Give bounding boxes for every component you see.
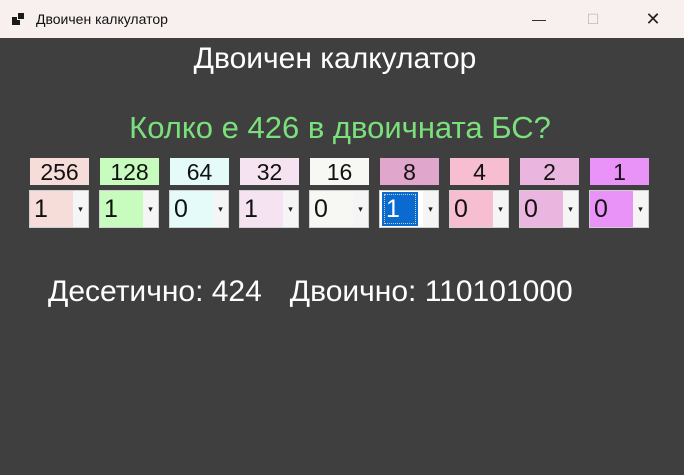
bit-value-dropdown[interactable]: 1 ▾ [99,190,159,228]
app-icon [12,12,26,26]
dropdown-arrow-icon[interactable]: ▾ [353,191,368,227]
bit-value-dropdown[interactable]: 0 ▾ [169,190,229,228]
bit-value-dropdown[interactable]: 0 ▾ [309,190,369,228]
bit-value: 1 [240,191,284,227]
bit-column: 128 1 ▾ [99,158,159,230]
bit-value-dropdown[interactable]: 1 ▾ [29,190,89,228]
bit-value: 0 [520,191,564,227]
bit-column: 4 0 ▾ [449,158,509,230]
bit-weight-label: 32 [240,158,299,185]
bit-value: 1 [100,191,144,227]
bit-column: 64 0 ▾ [169,158,229,230]
window-title: Двоичен калкулатор [36,11,168,27]
bit-column: 8 1 ▾ [379,158,439,230]
result-line: Десетично: 424 Двоично: 110101000 [48,275,573,309]
bit-weight-label: 64 [170,158,229,185]
minimize-button[interactable]: — [516,0,562,38]
question-text: Колко е 426 в двоичната БС? [129,110,551,145]
bit-weight-label: 8 [380,158,439,185]
bit-value-dropdown[interactable]: 0 ▾ [519,190,579,228]
binary-result: Двоично: 110101000 [289,275,573,308]
bit-value-dropdown[interactable]: 1 ▾ [239,190,299,228]
dropdown-arrow-icon[interactable]: ▾ [143,191,158,227]
bit-value: 1 [30,191,74,227]
bit-column: 2 0 ▾ [519,158,579,230]
bit-column: 1 0 ▾ [589,158,649,230]
bit-weight-label: 256 [30,158,89,185]
bit-column: 32 1 ▾ [239,158,299,230]
page-heading: Двоичен калкулатор [193,42,477,75]
decimal-result: Десетично: 424 [48,275,262,308]
bit-value: 0 [590,191,634,227]
maximize-button[interactable]: ☐ [570,0,616,38]
bit-weight-label: 1 [590,158,649,185]
bit-weight-label: 4 [450,158,509,185]
title-bar: Двоичен калкулатор — ☐ ✕ [0,0,684,38]
bit-value-dropdown[interactable]: 0 ▾ [589,190,649,228]
bit-column: 256 1 ▾ [29,158,89,230]
bit-value-dropdown[interactable]: 0 ▾ [449,190,509,228]
bit-weight-label: 16 [310,158,369,185]
bit-weight-label: 2 [520,158,579,185]
bit-weight-label: 128 [100,158,159,185]
dropdown-arrow-icon[interactable]: ▾ [283,191,298,227]
dropdown-arrow-icon[interactable]: ▾ [213,191,228,227]
close-button[interactable]: ✕ [630,0,676,38]
dropdown-arrow-icon[interactable]: ▾ [493,191,508,227]
bit-value-dropdown[interactable]: 1 ▾ [379,190,439,228]
bit-column: 16 0 ▾ [309,158,369,230]
dropdown-arrow-icon[interactable]: ▾ [633,191,648,227]
bit-value: 0 [170,191,214,227]
bit-value: 0 [310,191,354,227]
dropdown-arrow-icon[interactable]: ▾ [563,191,578,227]
dropdown-arrow-icon[interactable]: ▾ [73,191,88,227]
dropdown-arrow-icon[interactable]: ▾ [423,191,438,227]
bit-value: 0 [450,191,494,227]
bit-value: 1 [382,192,418,226]
